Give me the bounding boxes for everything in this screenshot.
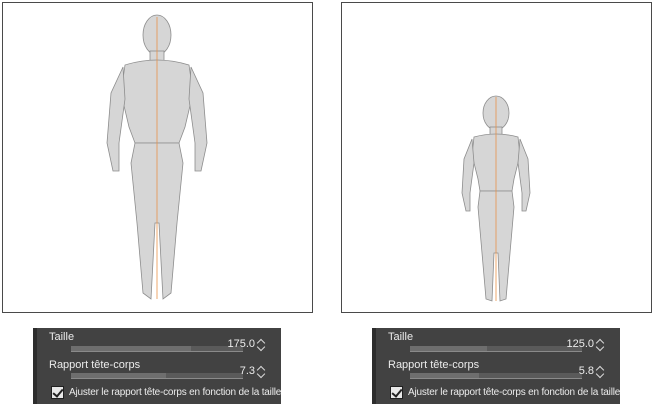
ratio-slider-fill <box>410 373 479 378</box>
height-slider[interactable] <box>410 346 582 352</box>
height-value[interactable]: 125.0 <box>566 338 594 350</box>
height-slider[interactable] <box>71 346 243 352</box>
height-spinner-icon[interactable] <box>257 337 267 351</box>
head-body-ratio-label: Rapport tête-corps <box>49 359 141 371</box>
height-spinner-icon[interactable] <box>596 337 606 351</box>
height-value[interactable]: 175.0 <box>227 338 255 350</box>
ratio-slider[interactable] <box>71 373 243 379</box>
adjust-ratio-checkbox[interactable] <box>51 386 64 399</box>
adjust-ratio-checkbox[interactable] <box>390 386 403 399</box>
child-figure <box>461 95 531 302</box>
head-body-ratio-label: Rapport tête-corps <box>388 359 480 371</box>
child-model-viewport[interactable] <box>341 2 652 313</box>
ratio-spinner-icon[interactable] <box>257 364 267 378</box>
ratio-slider-fill <box>71 373 166 378</box>
adult-settings-panel: Taille 175.0 Rapport tête-corps 7.3 Ajus… <box>33 328 281 404</box>
height-slider-fill <box>410 346 488 351</box>
ratio-spinner-icon[interactable] <box>596 364 606 378</box>
ratio-value[interactable]: 5.8 <box>579 365 594 377</box>
adult-model-viewport[interactable] <box>2 2 313 313</box>
height-label: Taille <box>49 331 75 343</box>
child-settings-panel: Taille 125.0 Rapport tête-corps 5.8 Ajus… <box>372 328 620 404</box>
height-slider-fill <box>71 346 192 351</box>
ratio-value[interactable]: 7.3 <box>240 365 255 377</box>
adult-figure <box>106 14 208 300</box>
height-label: Taille <box>388 331 414 343</box>
adjust-ratio-label: Ajuster le rapport tête-corps en fonctio… <box>408 387 621 398</box>
adjust-ratio-label: Ajuster le rapport tête-corps en fonctio… <box>69 387 282 398</box>
ratio-slider[interactable] <box>410 373 582 379</box>
